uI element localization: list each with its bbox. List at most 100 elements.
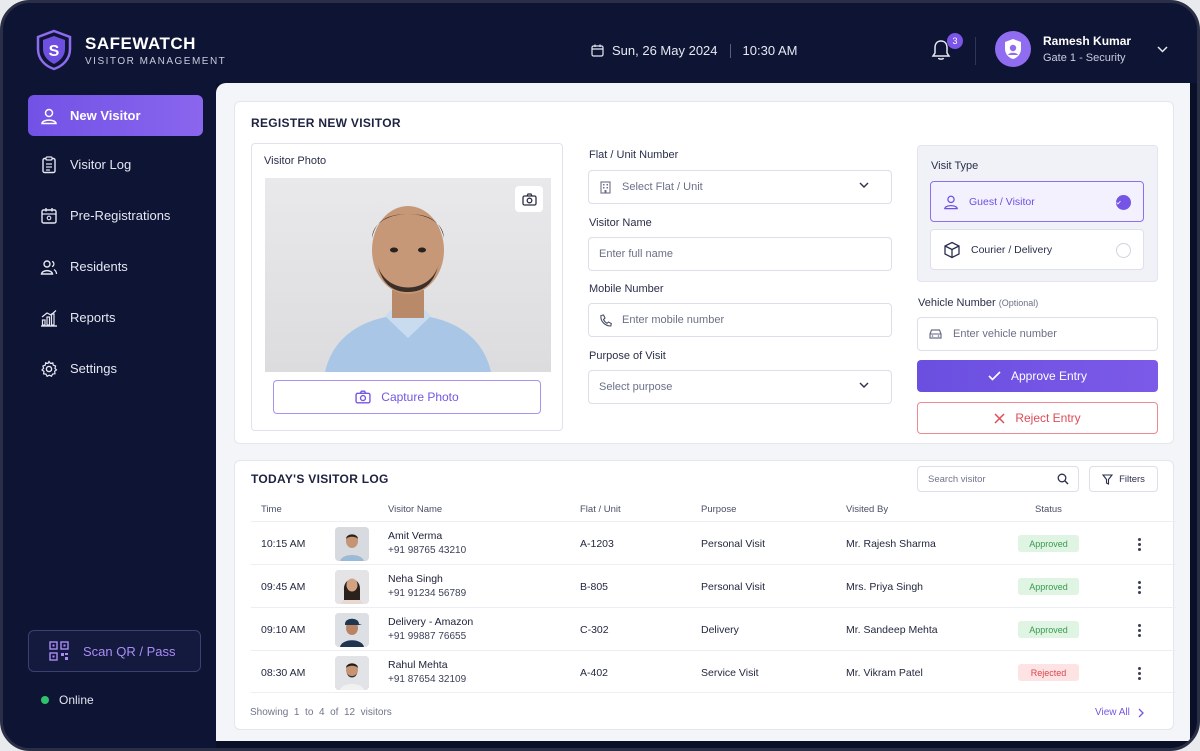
check-icon xyxy=(988,371,1001,381)
time-cell: 09:10 AM xyxy=(261,624,306,636)
user-name: Ramesh Kumar xyxy=(1043,34,1132,48)
more-options-icon[interactable] xyxy=(1131,620,1147,640)
more-options-icon[interactable] xyxy=(1131,663,1147,683)
sidebar-item-label: Residents xyxy=(70,259,128,274)
visit-type-courier-label: Courier / Delivery xyxy=(971,243,1053,256)
optional-tag: (Optional) xyxy=(998,298,1039,308)
camera-icon xyxy=(355,390,371,404)
purpose-placeholder: Select purpose xyxy=(599,381,673,393)
chart-icon xyxy=(41,309,57,327)
reject-label: Reject Entry xyxy=(1015,411,1081,425)
brand-subtitle: VISITOR MANAGEMENT xyxy=(85,55,227,67)
visitor-thumbnail xyxy=(335,613,369,647)
scan-label: Scan QR / Pass xyxy=(83,643,176,659)
sidebar-item-label: New Visitor xyxy=(70,108,141,123)
purpose-cell: Delivery xyxy=(701,624,739,636)
filters-label: Filters xyxy=(1119,473,1145,485)
sidebar-item-reports[interactable]: Reports xyxy=(28,297,203,338)
name-label: Visitor Name xyxy=(589,217,652,229)
mobile-placeholder: Enter mobile number xyxy=(622,314,725,326)
chevron-right-icon xyxy=(1138,708,1144,717)
column-header: Visitor Name xyxy=(388,504,443,515)
column-header: Visited By xyxy=(846,504,889,515)
sidebar-item-new-visitor[interactable]: New Visitor xyxy=(28,95,203,136)
reject-entry-button[interactable]: Reject Entry xyxy=(917,402,1158,434)
brand: S SAFEWATCH VISITOR MANAGEMENT xyxy=(35,29,226,71)
summary-total: 12 xyxy=(343,707,356,718)
avatar xyxy=(995,31,1031,67)
visitor-thumbnail xyxy=(335,570,369,604)
column-header: Purpose xyxy=(701,504,737,515)
purpose-select[interactable]: Select purpose xyxy=(588,370,892,404)
visitor-name-field[interactable]: Enter full name xyxy=(588,237,892,271)
mobile-field[interactable]: Enter mobile number xyxy=(588,303,892,337)
view-all-link[interactable]: View All xyxy=(1095,707,1144,718)
table-row[interactable]: 10:15 AM Amit Verma +91 98765 43210 A-12… xyxy=(251,521,1176,564)
visit-type-guest-label: Guest / Visitor xyxy=(969,195,1035,208)
flat-placeholder: Select Flat / Unit xyxy=(622,181,703,193)
checkmark-icon xyxy=(1116,195,1131,210)
users-icon xyxy=(40,259,58,275)
summary-suffix: visitors xyxy=(360,707,392,718)
vehicle-field[interactable]: Enter vehicle number xyxy=(917,317,1158,351)
current-date: Sun, 26 May 2024 xyxy=(612,43,718,58)
summary-from: 1 xyxy=(293,707,300,718)
scan-qr-button[interactable]: Scan QR / Pass xyxy=(28,630,201,672)
chevron-down-icon xyxy=(859,382,869,388)
current-time: 10:30 AM xyxy=(742,43,798,58)
visitor-photo xyxy=(265,178,551,372)
sidebar-item-settings[interactable]: Settings xyxy=(28,348,203,389)
status-text: Online xyxy=(59,693,94,707)
more-options-icon[interactable] xyxy=(1131,534,1147,554)
table-row[interactable]: 09:10 AM Delivery - Amazon +91 99887 766… xyxy=(251,607,1176,650)
visit-type-guest[interactable]: Guest / Visitor xyxy=(930,181,1144,222)
status-badge: Approved xyxy=(1018,621,1079,638)
gear-icon xyxy=(41,359,58,377)
vehicle-label: Vehicle Number (Optional) xyxy=(918,297,1038,309)
status-dot xyxy=(41,696,49,704)
flat-select[interactable]: Select Flat / Unit xyxy=(588,170,892,204)
main-content: REGISTER NEW VISITOR Visitor Photo Captu… xyxy=(216,83,1190,741)
purpose-cell: Personal Visit xyxy=(701,581,766,593)
visit-type-courier[interactable]: Courier / Delivery xyxy=(930,229,1144,270)
connection-status: Online xyxy=(41,693,94,707)
qr-code-icon xyxy=(49,641,69,661)
approve-entry-button[interactable]: Approve Entry xyxy=(917,360,1158,392)
table-row[interactable]: 09:45 AM Neha Singh +91 91234 56789 B-80… xyxy=(251,564,1176,607)
person-photo-icon xyxy=(325,206,491,372)
visitor-name: Rahul Mehta xyxy=(388,659,448,671)
status-badge: Approved xyxy=(1018,578,1079,595)
photo-panel: Visitor Photo Capture Photo xyxy=(251,143,563,431)
visitor-name: Amit Verma xyxy=(388,530,443,542)
camera-switch-button[interactable] xyxy=(515,186,543,212)
flat-cell: C-302 xyxy=(580,624,609,636)
sidebar-item-pre-registrations[interactable]: Pre-Registrations xyxy=(28,195,203,236)
search-visitor-input[interactable]: Search visitor xyxy=(917,466,1079,492)
calendar-icon xyxy=(41,207,57,224)
visitor-thumbnail xyxy=(335,656,369,690)
app-window: S SAFEWATCH VISITOR MANAGEMENT Sun, 26 M… xyxy=(0,0,1200,751)
notification-button[interactable]: 3 xyxy=(931,33,963,63)
user-icon xyxy=(944,195,958,209)
section-title: REGISTER NEW VISITOR xyxy=(251,116,401,130)
time-cell: 10:15 AM xyxy=(261,538,306,550)
flat-label: Flat / Unit Number xyxy=(589,149,679,161)
summary-of-word: of xyxy=(330,707,339,718)
more-options-icon[interactable] xyxy=(1131,577,1147,597)
purpose-cell: Service Visit xyxy=(701,667,759,679)
table-row[interactable]: 08:30 AM Rahul Mehta +91 87654 32109 A-4… xyxy=(251,650,1176,693)
radio-icon xyxy=(1116,243,1131,258)
sidebar-item-visitor-log[interactable]: Visitor Log xyxy=(28,144,203,185)
capture-photo-button[interactable]: Capture Photo xyxy=(273,380,541,414)
divider xyxy=(729,43,731,58)
user-menu[interactable]: Ramesh Kumar Gate 1 - Security xyxy=(995,31,1168,67)
chevron-down-icon xyxy=(859,182,869,188)
filters-button[interactable]: Filters xyxy=(1089,466,1158,492)
status-badge: Approved xyxy=(1018,535,1079,552)
purpose-label: Purpose of Visit xyxy=(589,350,666,362)
filter-icon xyxy=(1102,473,1114,485)
column-header: Flat / Unit xyxy=(580,504,621,515)
capture-label: Capture Photo xyxy=(381,390,459,404)
sidebar-item-residents[interactable]: Residents xyxy=(28,246,203,287)
vehicle-placeholder: Enter vehicle number xyxy=(953,328,1057,340)
